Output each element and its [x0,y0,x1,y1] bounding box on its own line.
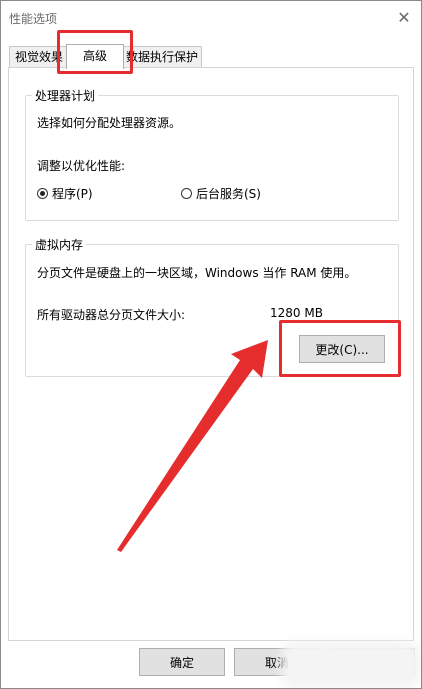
processor-scheduling-legend: 处理器计划 [32,87,99,104]
virtual-memory-legend: 虚拟内存 [32,236,87,253]
radio-programs-indicator[interactable] [37,188,48,199]
processor-scheduling-group: 处理器计划 选择如何分配处理器资源。 调整以优化性能: 程序(P) 后台服务(S… [25,87,399,221]
window-title: 性能选项 [9,12,58,26]
close-icon[interactable]: ✕ [393,7,415,29]
blurred-area [281,641,421,688]
radio-programs[interactable]: 程序(P) [37,185,93,202]
change-virtual-memory-button[interactable]: 更改(C)... [299,335,385,363]
tab-data-execution-prevention[interactable]: 数据执行保护 [122,46,202,68]
radio-programs-label: 程序(P) [52,187,93,201]
title-bar[interactable]: 性能选项 ✕ [1,1,421,35]
virtual-memory-group: 虚拟内存 分页文件是硬盘上的一块区域，Windows 当作 RAM 使用。 所有… [25,236,399,377]
ok-button[interactable]: 确定 [139,648,225,676]
radio-background-services-label: 后台服务(S) [196,187,261,201]
total-paging-size-value: 1280 MB [270,306,323,320]
processor-description: 选择如何分配处理器资源。 [37,116,182,130]
radio-background-services[interactable]: 后台服务(S) [181,185,261,202]
paging-file-description: 分页文件是硬盘上的一块区域，Windows 当作 RAM 使用。 [37,266,357,280]
total-paging-size-label: 所有驱动器总分页文件大小: [37,308,186,322]
radio-background-services-indicator[interactable] [181,188,192,199]
advanced-tab-panel: 处理器计划 选择如何分配处理器资源。 调整以优化性能: 程序(P) 后台服务(S… [8,67,414,641]
optimize-performance-label: 调整以优化性能: [37,159,126,173]
tab-visual-effects[interactable]: 视觉效果 [9,46,69,68]
performance-options-dialog: 性能选项 ✕ 视觉效果 高级 数据执行保护 处理器计划 选择如何分配处理器资源。… [0,0,422,689]
tab-advanced[interactable]: 高级 [66,44,124,69]
